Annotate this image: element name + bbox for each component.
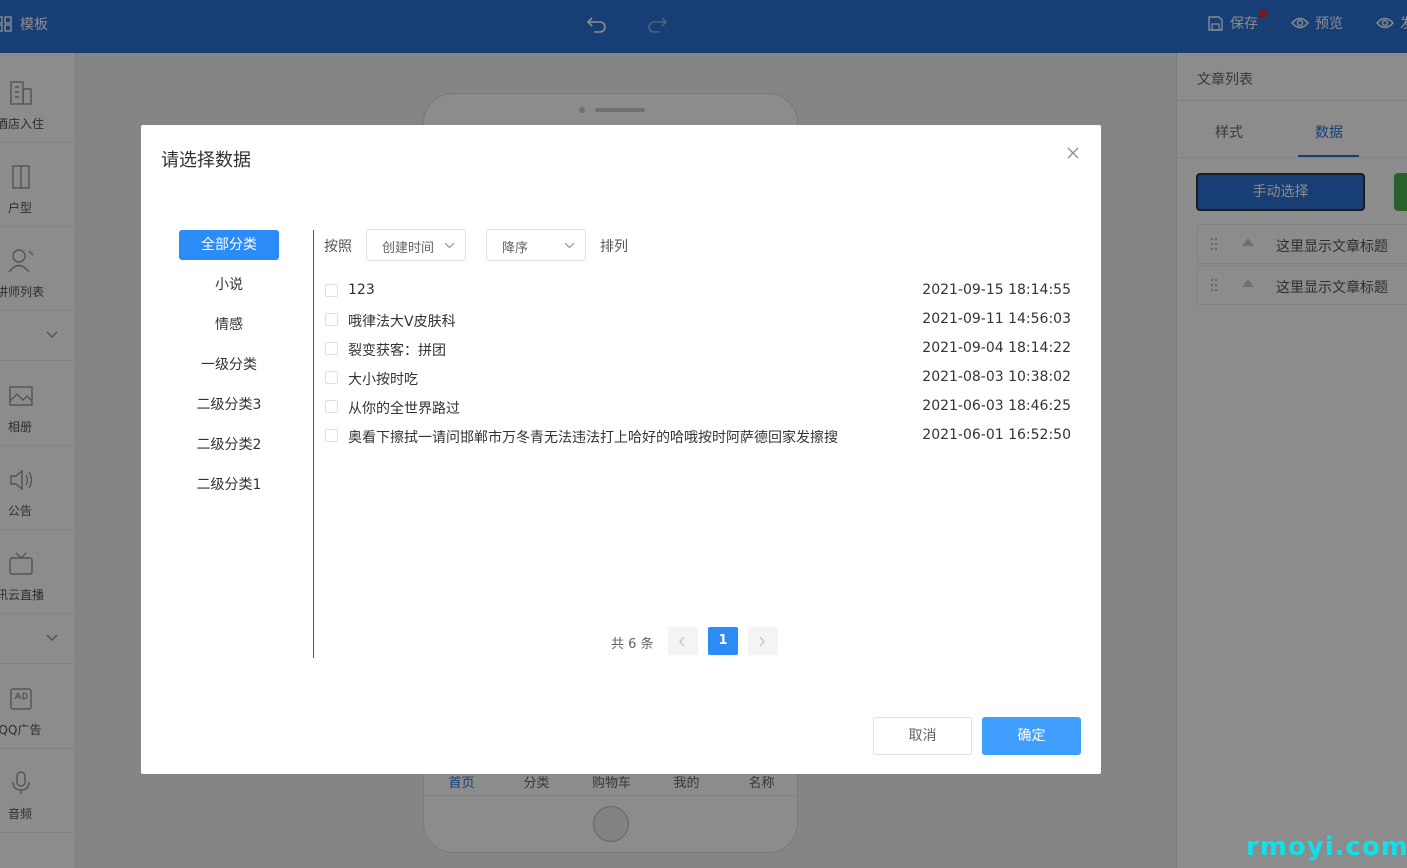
row-time: 2021-06-01 16:52:50 [922, 427, 1071, 443]
chevron-left-icon [679, 636, 685, 647]
category-list: 全部分类 小说 情感 一级分类 二级分类3 二级分类2 二级分类1 [179, 230, 279, 510]
list-item[interactable]: 从你的全世界路过 2021-06-03 18:46:25 [325, 392, 1071, 421]
list-item[interactable]: 奥看下擦拭一请问邯郸市万冬青无法违法打上哈好的哈哦按时阿萨德回家发擦搜 2021… [325, 421, 1071, 450]
page-number-current[interactable]: 1 [708, 627, 738, 655]
category-item[interactable]: 二级分类3 [179, 390, 279, 420]
category-item[interactable]: 二级分类1 [179, 470, 279, 500]
chevron-right-icon [759, 636, 765, 647]
list-item[interactable]: 大小按时吃 2021-08-03 10:38:02 [325, 363, 1071, 392]
next-page-button[interactable] [748, 627, 778, 655]
list-item[interactable]: 哦律法大V皮肤科 2021-09-11 14:56:03 [325, 305, 1071, 334]
row-time: 2021-09-11 14:56:03 [922, 311, 1071, 327]
dialog-title: 请选择数据 [161, 150, 251, 171]
list-item[interactable]: 裂变获客：拼团 2021-09-04 18:14:22 [325, 334, 1071, 363]
confirm-button[interactable]: 确定 [982, 717, 1081, 755]
divider [313, 230, 314, 658]
row-checkbox[interactable] [325, 313, 338, 326]
row-time: 2021-08-03 10:38:02 [922, 369, 1071, 385]
chevron-down-icon [444, 242, 455, 249]
article-list: 123 2021-09-15 18:14:55 哦律法大V皮肤科 2021-09… [325, 276, 1071, 450]
row-title: 哦律法大V皮肤科 [348, 314, 456, 330]
category-item[interactable]: 小说 [179, 270, 279, 300]
category-item[interactable]: 情感 [179, 310, 279, 340]
row-time: 2021-09-04 18:14:22 [922, 340, 1071, 356]
sort-field-value: 创建时间 [382, 241, 435, 256]
sort-suffix-label: 排列 [600, 239, 628, 255]
sort-prefix-label: 按照 [324, 239, 352, 255]
row-checkbox[interactable] [325, 429, 338, 442]
category-item[interactable]: 一级分类 [179, 350, 279, 380]
row-time: 2021-06-03 18:46:25 [922, 398, 1071, 414]
chevron-down-icon [564, 242, 575, 249]
prev-page-button[interactable] [668, 627, 698, 655]
row-time: 2021-09-15 18:14:55 [922, 282, 1071, 298]
sort-bar: 按照 创建时间 降序 排列 [324, 229, 924, 261]
list-item[interactable]: 123 2021-09-15 18:14:55 [325, 276, 1071, 305]
row-checkbox[interactable] [325, 371, 338, 384]
row-checkbox[interactable] [325, 342, 338, 355]
row-checkbox[interactable] [325, 400, 338, 413]
watermark-text: rmoyi.com [1246, 832, 1407, 862]
row-title: 奥看下擦拭一请问邯郸市万冬青无法违法打上哈好的哈哦按时阿萨德回家发擦搜 [348, 430, 838, 446]
cancel-button[interactable]: 取消 [873, 717, 972, 755]
sort-field-select[interactable]: 创建时间 [366, 229, 466, 261]
row-checkbox[interactable] [325, 284, 338, 297]
row-title: 从你的全世界路过 [348, 401, 460, 417]
category-item[interactable]: 二级分类2 [179, 430, 279, 460]
sort-order-value: 降序 [502, 241, 529, 256]
select-data-dialog: 请选择数据 全部分类 小说 情感 一级分类 二级分类3 二级分类2 二级分类1 … [141, 125, 1101, 774]
sort-order-select[interactable]: 降序 [486, 229, 586, 261]
close-icon[interactable] [1065, 145, 1081, 161]
row-title: 123 [348, 282, 375, 298]
pagination-total: 共 6 条 [611, 637, 654, 652]
row-title: 裂变获客：拼团 [348, 343, 446, 359]
category-item-all[interactable]: 全部分类 [179, 230, 279, 260]
row-title: 大小按时吃 [348, 372, 418, 388]
